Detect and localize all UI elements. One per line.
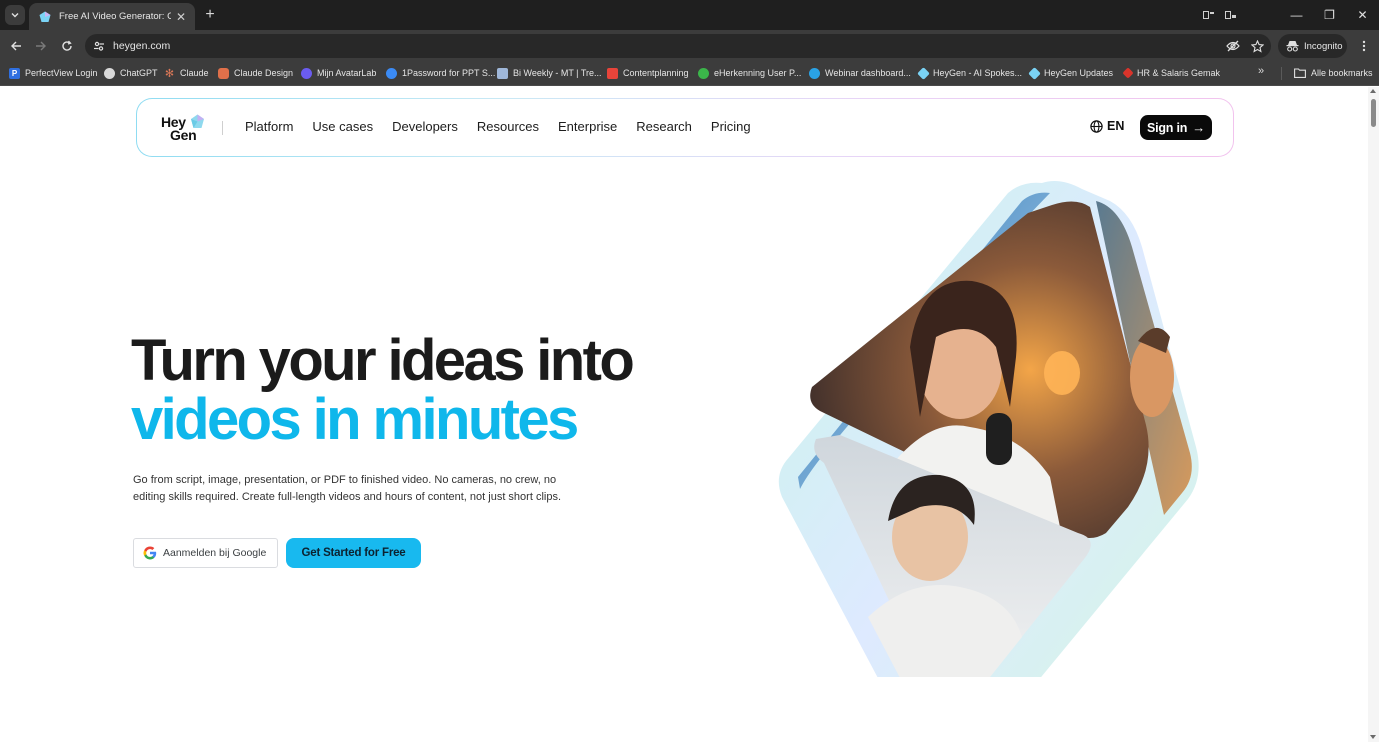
incognito-indicator[interactable]: Incognito <box>1278 34 1347 58</box>
bookmark-heygen-updates[interactable]: HeyGen Updates <box>1028 65 1113 81</box>
tab-title: Free AI Video Generator: Create <box>59 11 171 22</box>
tab-search-button[interactable] <box>5 5 25 25</box>
tab-strip: Free AI Video Generator: Create ✕ + — ❐ … <box>0 0 1379 30</box>
nav-research[interactable]: Research <box>636 119 692 134</box>
bookmark-star-icon[interactable] <box>1247 36 1267 56</box>
forward-button[interactable] <box>31 36 51 56</box>
bookmark-claude-design[interactable]: Claude Design <box>218 65 293 81</box>
reload-button[interactable] <box>57 36 77 56</box>
arrow-left-icon <box>11 41 21 51</box>
new-tab-button[interactable]: + <box>201 6 219 24</box>
address-bar[interactable]: heygen.com <box>85 34 1271 58</box>
heygen-icon <box>1028 66 1041 80</box>
chevron-down-icon <box>11 13 19 18</box>
close-window-button[interactable]: ✕ <box>1346 0 1379 30</box>
bookmark-avatarlab[interactable]: Mijn AvatarLab <box>301 65 376 81</box>
google-icon <box>143 546 157 560</box>
trello-icon <box>497 67 508 79</box>
site-navbar: Hey Gen Platform Use cases Developers Re… <box>136 98 1234 157</box>
nav-pricing[interactable]: Pricing <box>711 119 751 134</box>
close-tab-icon[interactable]: ✕ <box>175 10 187 24</box>
scroll-up-icon[interactable] <box>1370 89 1376 93</box>
calendar-icon <box>607 67 618 79</box>
google-button-label: Aanmelden bij Google <box>163 547 267 559</box>
bookmarks-divider <box>1281 67 1282 80</box>
bookmark-1password[interactable]: 1Password for PPT S... <box>386 65 495 81</box>
sign-in-label: Sign in <box>1146 120 1188 135</box>
perfectview-icon: P <box>9 67 20 79</box>
tracking-protection-icon[interactable] <box>1223 36 1243 56</box>
get-started-button[interactable]: Get Started for Free <box>286 538 421 568</box>
minimize-button[interactable]: — <box>1280 0 1313 30</box>
heygen-logo[interactable]: Hey Gen <box>161 113 207 143</box>
incognito-icon <box>1286 41 1299 52</box>
main-nav: Platform Use cases Developers Resources … <box>245 119 770 134</box>
microphone-icon <box>986 413 1012 465</box>
more-bookmarks-icon[interactable]: » <box>1258 65 1264 77</box>
bookmark-eherkenning[interactable]: eHerkenning User P... <box>698 65 801 81</box>
window-controls: — ❐ ✕ <box>1198 0 1379 30</box>
language-label: EN <box>1107 119 1125 133</box>
avatar-cartoon-face <box>1130 337 1174 417</box>
hero-avatar-prism <box>778 181 1199 677</box>
kebab-menu-icon <box>1362 40 1366 52</box>
language-selector[interactable]: EN <box>1090 119 1124 133</box>
avatarlab-icon <box>301 67 312 79</box>
bookmark-claude[interactable]: ✻ Claude <box>164 65 209 81</box>
page-scrollbar[interactable] <box>1368 87 1379 742</box>
bookmarks-bar: P PerfectView Login ChatGPT ✻ Claude Claud… <box>0 61 1379 86</box>
bookmark-webinar[interactable]: Webinar dashboard... <box>809 65 911 81</box>
logo-text-gen: Gen <box>170 127 197 143</box>
bookmark-perfectview[interactable]: P PerfectView Login <box>9 65 97 81</box>
claude-icon: ✻ <box>164 67 175 80</box>
hr-icon <box>1122 67 1134 79</box>
all-bookmarks-button[interactable]: Alle bookmarks <box>1294 65 1373 81</box>
site-settings-icon[interactable] <box>91 38 107 54</box>
tab-heygen[interactable]: Free AI Video Generator: Create ✕ <box>29 3 195 30</box>
hero-headline-line2: videos in minutes <box>131 387 579 452</box>
nav-divider <box>222 121 223 135</box>
browser-menu-button[interactable] <box>1355 36 1373 56</box>
hero-headline-line1: Turn your ideas into <box>131 328 635 393</box>
browser-toolbar: heygen.com Incognito <box>0 30 1379 61</box>
scroll-thumb[interactable] <box>1371 99 1376 127</box>
nav-use-cases[interactable]: Use cases <box>312 119 373 134</box>
sign-in-button[interactable]: Sign in → <box>1140 115 1212 140</box>
nav-resources[interactable]: Resources <box>477 119 539 134</box>
globe-icon <box>1090 119 1103 133</box>
arrow-right-icon <box>36 41 46 51</box>
arrow-right-icon: → <box>1192 120 1206 135</box>
nav-developers[interactable]: Developers <box>392 119 458 134</box>
bookmark-biweekly[interactable]: Bi Weekly - MT | Tre... <box>497 65 602 81</box>
incognito-label: Incognito <box>1304 40 1343 52</box>
heygen-favicon-icon <box>39 11 51 22</box>
lamp-glow <box>1044 351 1080 395</box>
media-controls-icon[interactable] <box>1220 0 1242 30</box>
heygen-icon <box>917 66 930 80</box>
restore-button[interactable]: ❐ <box>1313 0 1346 30</box>
eherkenning-icon <box>698 67 709 79</box>
hero-subtitle: Go from script, image, presentation, or … <box>133 474 562 503</box>
url-text[interactable]: heygen.com <box>113 40 1223 52</box>
nav-enterprise[interactable]: Enterprise <box>558 119 617 134</box>
back-button[interactable] <box>6 36 26 56</box>
onepassword-icon <box>386 67 397 79</box>
webinar-icon <box>809 67 820 79</box>
web-page: Hey Gen Platform Use cases Developers Re… <box>0 87 1368 742</box>
heygen-logo-icon <box>191 114 204 128</box>
scroll-down-icon[interactable] <box>1370 735 1376 739</box>
bookmark-chatgpt[interactable]: ChatGPT <box>104 65 158 81</box>
bookmark-contentplanning[interactable]: Contentplanning <box>607 65 689 81</box>
tab-preview-icon[interactable] <box>1198 0 1220 30</box>
bookmark-heygen-spokes[interactable]: HeyGen - AI Spokes... <box>917 65 1022 81</box>
nav-platform[interactable]: Platform <box>245 119 293 134</box>
folder-icon <box>1294 68 1306 78</box>
chatgpt-icon <box>104 67 115 79</box>
claude-design-icon <box>218 67 229 79</box>
reload-icon <box>62 40 72 51</box>
google-sign-in-button[interactable]: Aanmelden bij Google <box>133 538 278 568</box>
bookmark-hr-salaris[interactable]: HR & Salaris Gemak <box>1122 65 1220 81</box>
